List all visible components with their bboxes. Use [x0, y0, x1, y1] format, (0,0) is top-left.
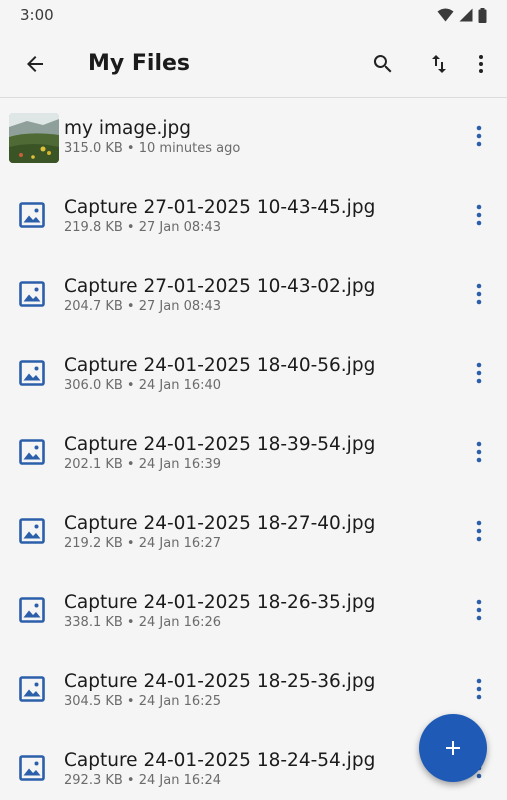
file-icon-wrap — [0, 256, 64, 335]
file-name: Capture 27-01-2025 10-43-45.jpg — [64, 197, 376, 218]
file-name: Capture 24-01-2025 18-40-56.jpg — [64, 355, 376, 376]
file-meta: 219.2 KB • 24 Jan 16:27 — [64, 536, 222, 551]
file-text: Capture 27-01-2025 10-43-45.jpg 219.8 KB … — [64, 196, 459, 237]
more-vert-icon — [476, 283, 482, 309]
file-name: Capture 24-01-2025 18-27-40.jpg — [64, 513, 376, 534]
more-vert-icon — [476, 204, 482, 230]
file-thumbnail — [0, 98, 64, 177]
file-name: Capture 27-01-2025 10-43-02.jpg — [64, 276, 376, 297]
file-meta: 202.1 KB • 24 Jan 16:39 — [64, 457, 222, 472]
more-vert-icon — [479, 54, 483, 73]
add-button[interactable] — [419, 714, 487, 782]
file-menu-button[interactable] — [459, 588, 499, 636]
file-text: Capture 24-01-2025 18-26-35.jpg 338.1 KB … — [64, 591, 459, 632]
file-icon-wrap — [0, 651, 64, 730]
photo-thumbnail — [9, 112, 59, 163]
file-name: Capture 24-01-2025 18-25-36.jpg — [64, 671, 376, 692]
file-icon-wrap — [0, 177, 64, 256]
file-meta: 338.1 KB • 24 Jan 16:26 — [64, 615, 222, 630]
image-file-icon — [19, 359, 45, 390]
file-row[interactable]: Capture 27-01-2025 10-43-45.jpg 219.8 KB … — [0, 177, 507, 256]
file-name: my image.jpg — [64, 118, 191, 139]
file-text: Capture 24-01-2025 18-24-54.jpg 292.3 KB … — [64, 749, 459, 790]
file-icon-wrap — [0, 414, 64, 493]
status-bar: 3:00 — [0, 0, 507, 30]
file-row[interactable]: Capture 24-01-2025 18-40-56.jpg 306.0 KB … — [0, 335, 507, 414]
app-bar: My Files — [0, 30, 507, 98]
file-meta: 304.5 KB • 24 Jan 16:25 — [64, 694, 222, 709]
more-vert-icon — [476, 441, 482, 467]
wifi-icon — [437, 8, 454, 22]
file-meta: 315.0 KB • 10 minutes ago — [64, 141, 241, 156]
file-menu-button[interactable] — [459, 114, 499, 162]
file-meta: 306.0 KB • 24 Jan 16:40 — [64, 378, 222, 393]
sort-icon — [432, 54, 446, 73]
status-time: 3:00 — [20, 6, 54, 24]
file-text: Capture 24-01-2025 18-25-36.jpg 304.5 KB … — [64, 670, 459, 711]
file-icon-wrap — [0, 730, 64, 800]
image-file-icon — [19, 517, 45, 548]
more-vert-icon — [476, 599, 482, 625]
signal-icon — [459, 8, 473, 22]
file-row[interactable]: Capture 24-01-2025 18-26-35.jpg 338.1 KB … — [0, 572, 507, 651]
image-file-icon — [19, 438, 45, 469]
file-menu-button[interactable] — [459, 193, 499, 241]
file-menu-button[interactable] — [459, 667, 499, 715]
file-icon-wrap — [0, 335, 64, 414]
image-file-icon — [19, 754, 45, 785]
file-menu-button[interactable] — [459, 351, 499, 399]
image-file-icon — [19, 201, 45, 232]
file-icon-wrap — [0, 493, 64, 572]
more-vert-icon — [476, 520, 482, 546]
file-list: my image.jpg 315.0 KB • 10 minutes ago Cap… — [0, 98, 507, 800]
file-meta: 219.8 KB • 27 Jan 08:43 — [64, 220, 222, 235]
file-text: Capture 24-01-2025 18-27-40.jpg 219.2 KB … — [64, 512, 459, 553]
page-title: My Files — [88, 51, 191, 76]
image-file-icon — [19, 280, 45, 311]
more-vert-icon — [476, 678, 482, 704]
more-vert-icon — [476, 125, 482, 151]
more-vert-icon — [476, 362, 482, 388]
file-icon-wrap — [0, 572, 64, 651]
file-menu-button[interactable] — [459, 430, 499, 478]
search-button[interactable] — [359, 40, 407, 88]
file-text: my image.jpg 315.0 KB • 10 minutes ago — [64, 117, 459, 158]
search-icon — [373, 54, 392, 72]
file-text: Capture 27-01-2025 10-43-02.jpg 204.7 KB … — [64, 275, 459, 316]
file-text: Capture 24-01-2025 18-40-56.jpg 306.0 KB … — [64, 354, 459, 395]
file-name: Capture 24-01-2025 18-24-54.jpg — [64, 750, 376, 771]
file-name: Capture 24-01-2025 18-26-35.jpg — [64, 592, 376, 613]
file-name: Capture 24-01-2025 18-39-54.jpg — [64, 434, 376, 455]
file-meta: 204.7 KB • 27 Jan 08:43 — [64, 299, 222, 314]
back-button[interactable] — [14, 43, 56, 85]
sort-button[interactable] — [415, 40, 463, 88]
file-row[interactable]: Capture 24-01-2025 18-27-40.jpg 219.2 KB … — [0, 493, 507, 572]
image-file-icon — [19, 675, 45, 706]
file-meta: 292.3 KB • 24 Jan 16:24 — [64, 773, 222, 788]
battery-icon — [478, 7, 487, 23]
file-row[interactable]: Capture 24-01-2025 18-25-36.jpg 304.5 KB … — [0, 651, 507, 730]
image-file-icon — [19, 596, 45, 627]
file-row[interactable]: Capture 24-01-2025 18-39-54.jpg 202.1 KB … — [0, 414, 507, 493]
status-icons — [437, 7, 487, 23]
file-row[interactable]: my image.jpg 315.0 KB • 10 minutes ago — [0, 98, 507, 177]
arrow-back-icon — [27, 55, 43, 72]
file-row[interactable]: Capture 27-01-2025 10-43-02.jpg 204.7 KB … — [0, 256, 507, 335]
file-text: Capture 24-01-2025 18-39-54.jpg 202.1 KB … — [64, 433, 459, 474]
file-menu-button[interactable] — [459, 272, 499, 320]
add-icon — [446, 741, 460, 755]
overflow-menu-button[interactable] — [463, 40, 499, 88]
file-menu-button[interactable] — [459, 509, 499, 557]
